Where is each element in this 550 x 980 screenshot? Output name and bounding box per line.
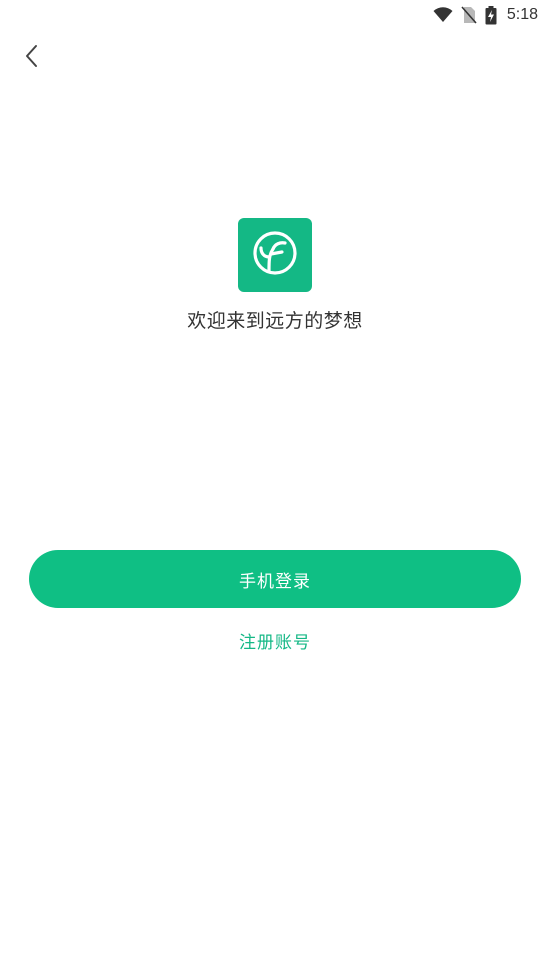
- no-sim-icon: [461, 6, 477, 24]
- welcome-text: 欢迎来到远方的梦想: [187, 310, 363, 332]
- status-time: 5:18: [506, 6, 538, 23]
- chevron-left-icon: [25, 44, 39, 72]
- phone-login-label: 手机登录: [239, 571, 311, 592]
- register-link-row: 注册账号: [0, 628, 550, 653]
- app-logo: [238, 218, 312, 292]
- battery-charging-icon: [485, 5, 497, 25]
- login-screen: 5:18 欢迎来到远方的梦想 手机登录 注册账号: [0, 0, 550, 980]
- status-bar: 5:18: [433, 0, 550, 30]
- wifi-icon: [433, 7, 453, 23]
- phone-login-button[interactable]: 手机登录: [29, 550, 521, 608]
- back-button[interactable]: [14, 40, 50, 76]
- register-link[interactable]: 注册账号: [239, 633, 311, 653]
- sprout-icon: [249, 227, 301, 283]
